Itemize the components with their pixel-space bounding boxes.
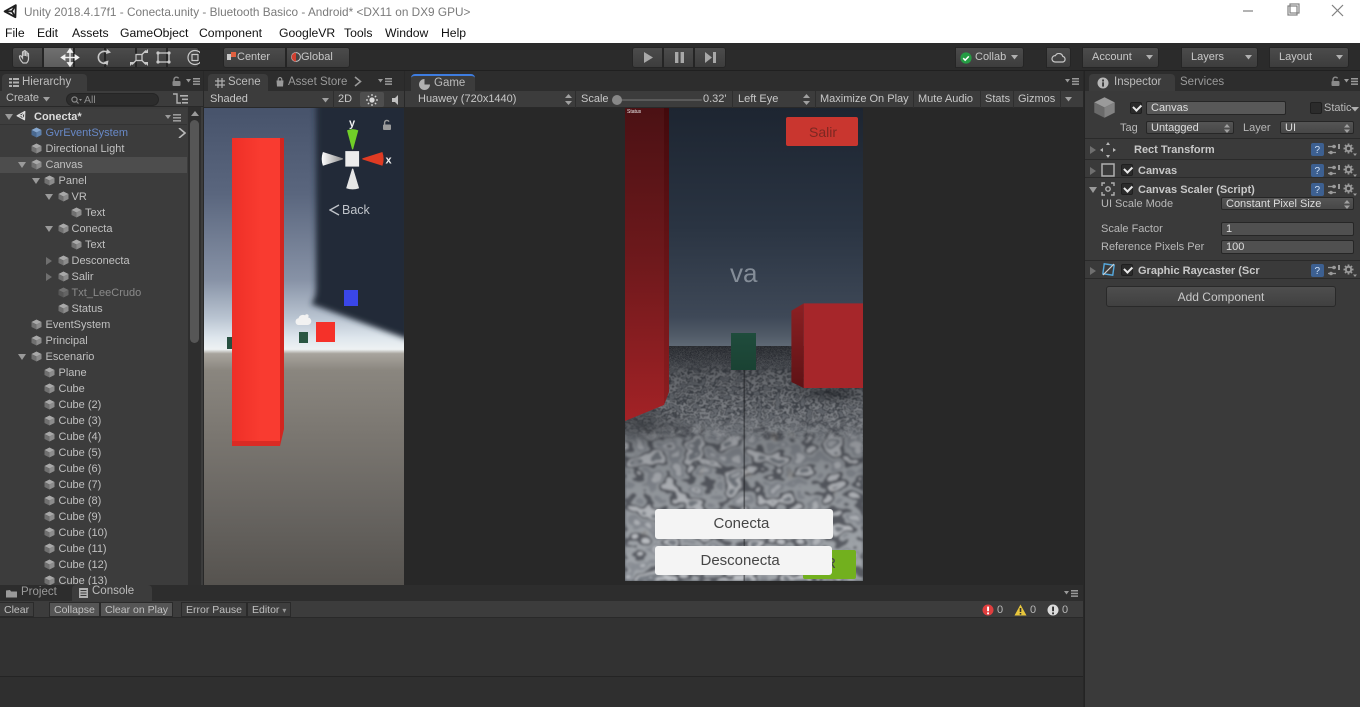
svg-text:?: ? xyxy=(1315,145,1321,156)
svg-text:?: ? xyxy=(1315,266,1321,277)
svg-text:?: ? xyxy=(1315,166,1321,177)
svg-text:?: ? xyxy=(1315,185,1321,196)
svg-text:x: x xyxy=(386,155,393,167)
svg-text:y: y xyxy=(349,118,356,130)
